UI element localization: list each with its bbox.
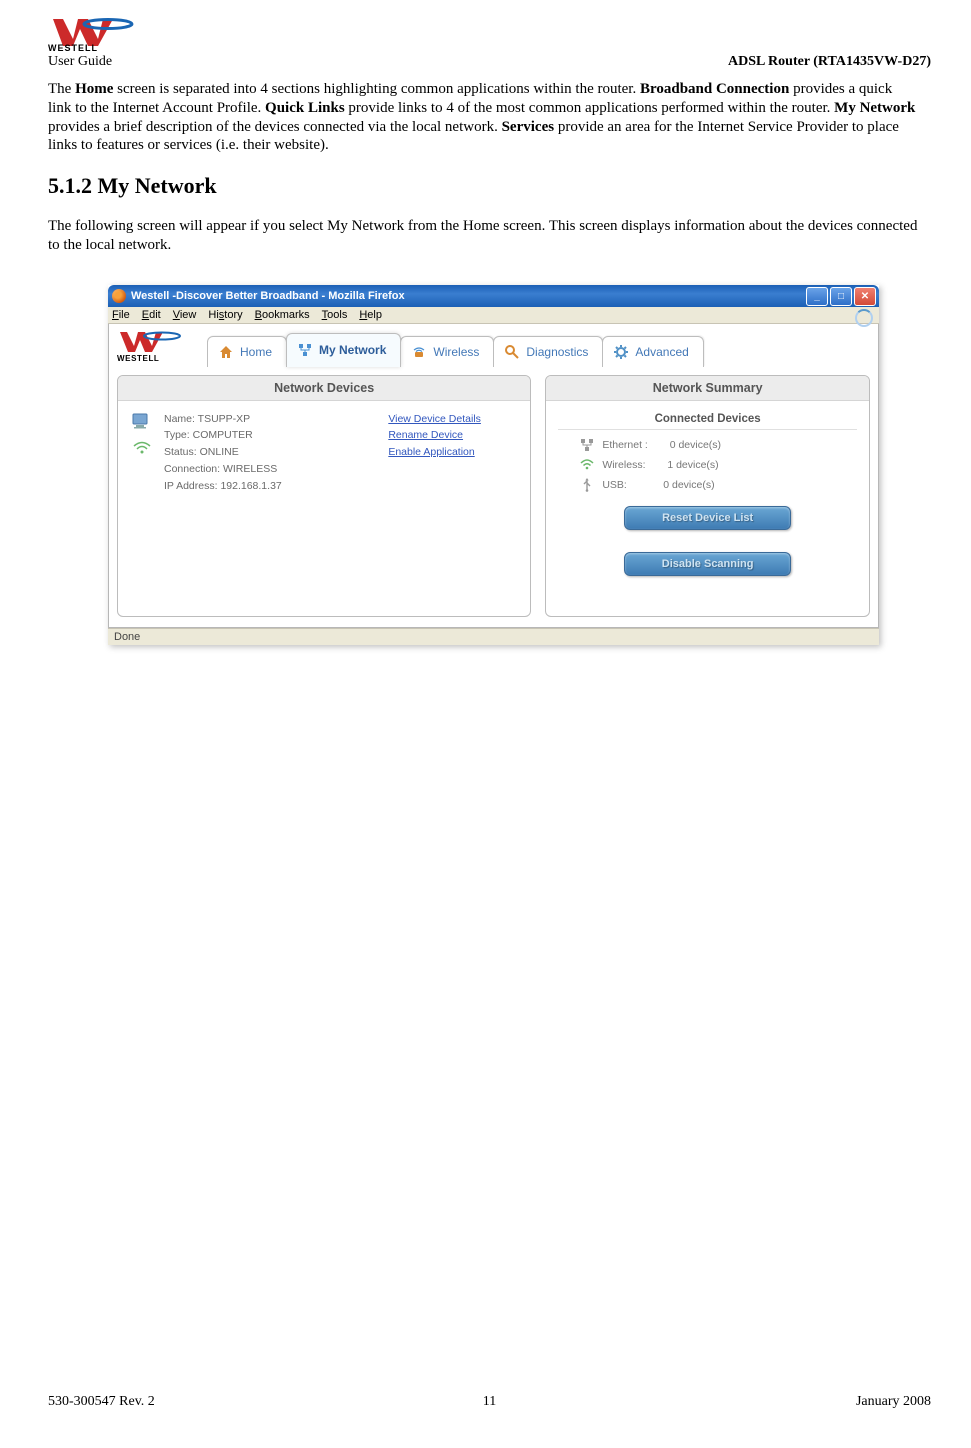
network-icon: [297, 342, 313, 358]
menu-history[interactable]: History: [208, 309, 242, 321]
rename-device-link[interactable]: Rename Device: [388, 427, 518, 444]
section-paragraph: The following screen will appear if you …: [48, 217, 918, 255]
wireless-row: Wireless: 1 device(s): [580, 458, 857, 472]
tab-home-label: Home: [240, 345, 272, 359]
wireless-icon: [411, 344, 427, 360]
tab-my-network[interactable]: My Network: [286, 333, 401, 367]
tab-diagnostics-label: Diagnostics: [526, 345, 588, 359]
usb-row: USB: 0 device(s): [580, 478, 857, 492]
svg-text:WESTELL: WESTELL: [48, 43, 98, 52]
window-titlebar: Westell -Discover Better Broadband - Moz…: [108, 285, 879, 307]
tab-mynetwork-label: My Network: [319, 343, 386, 357]
tab-wireless[interactable]: Wireless: [400, 336, 494, 367]
section-heading: 5.1.2 My Network: [48, 173, 931, 199]
diagnostics-icon: [504, 344, 520, 360]
window-title: Westell -Discover Better Broadband - Moz…: [131, 290, 405, 302]
tab-advanced[interactable]: Advanced: [602, 336, 703, 367]
window-close-button[interactable]: ✕: [854, 287, 876, 306]
menu-view[interactable]: View: [173, 309, 197, 321]
footer-page: 11: [48, 1394, 931, 1410]
gear-icon: [613, 344, 629, 360]
header-user-guide: User Guide: [48, 54, 112, 70]
menu-edit[interactable]: Edit: [142, 309, 161, 321]
svg-text:WESTELL: WESTELL: [117, 354, 159, 362]
tab-wireless-label: Wireless: [433, 345, 479, 359]
menu-file[interactable]: File: [112, 309, 130, 321]
ethernet-icon: [580, 438, 594, 452]
view-device-details-link[interactable]: View Device Details: [388, 411, 518, 428]
header-model: ADSL Router (RTA1435VW-D27): [728, 54, 931, 70]
usb-icon: [580, 478, 594, 492]
app-logo: WESTELL: [117, 330, 197, 367]
menu-help[interactable]: Help: [359, 309, 382, 321]
reset-device-list-button[interactable]: Reset Device List: [624, 506, 791, 530]
throbber-icon: [855, 309, 873, 327]
westell-logo: WESTELL: [48, 16, 931, 52]
network-summary-heading: Network Summary: [546, 376, 869, 401]
menu-bar: File Edit View History Bookmarks Tools H…: [108, 307, 879, 324]
home-icon: [218, 344, 234, 360]
wifi-small-icon: [580, 458, 594, 472]
network-devices-heading: Network Devices: [118, 376, 530, 401]
window-maximize-button[interactable]: □: [830, 287, 852, 306]
network-summary-panel: Network Summary Connected Devices Ethern…: [545, 375, 870, 617]
device-info: Name: TSUPP-XP Type: COMPUTER Status: ON…: [164, 411, 378, 495]
tab-advanced-label: Advanced: [635, 345, 688, 359]
menu-bookmarks[interactable]: Bookmarks: [255, 309, 310, 321]
connected-devices-heading: Connected Devices: [558, 411, 857, 430]
browser-window: Westell -Discover Better Broadband - Moz…: [108, 285, 879, 645]
ethernet-row: Ethernet : 0 device(s): [580, 438, 857, 452]
menu-tools[interactable]: Tools: [322, 309, 348, 321]
enable-application-link[interactable]: Enable Application: [388, 444, 518, 461]
tab-home[interactable]: Home: [207, 336, 287, 367]
disable-scanning-button[interactable]: Disable Scanning: [624, 552, 791, 576]
firefox-icon: [112, 289, 126, 303]
tab-diagnostics[interactable]: Diagnostics: [493, 336, 603, 367]
window-minimize-button[interactable]: _: [806, 287, 828, 306]
status-bar: Done: [108, 628, 879, 645]
network-devices-panel: Network Devices Name: TSUPP-XP Type: COM…: [117, 375, 531, 617]
intro-paragraph: The Home screen is separated into 4 sect…: [48, 80, 918, 155]
computer-icon: [131, 411, 153, 433]
wifi-icon: [133, 441, 151, 455]
